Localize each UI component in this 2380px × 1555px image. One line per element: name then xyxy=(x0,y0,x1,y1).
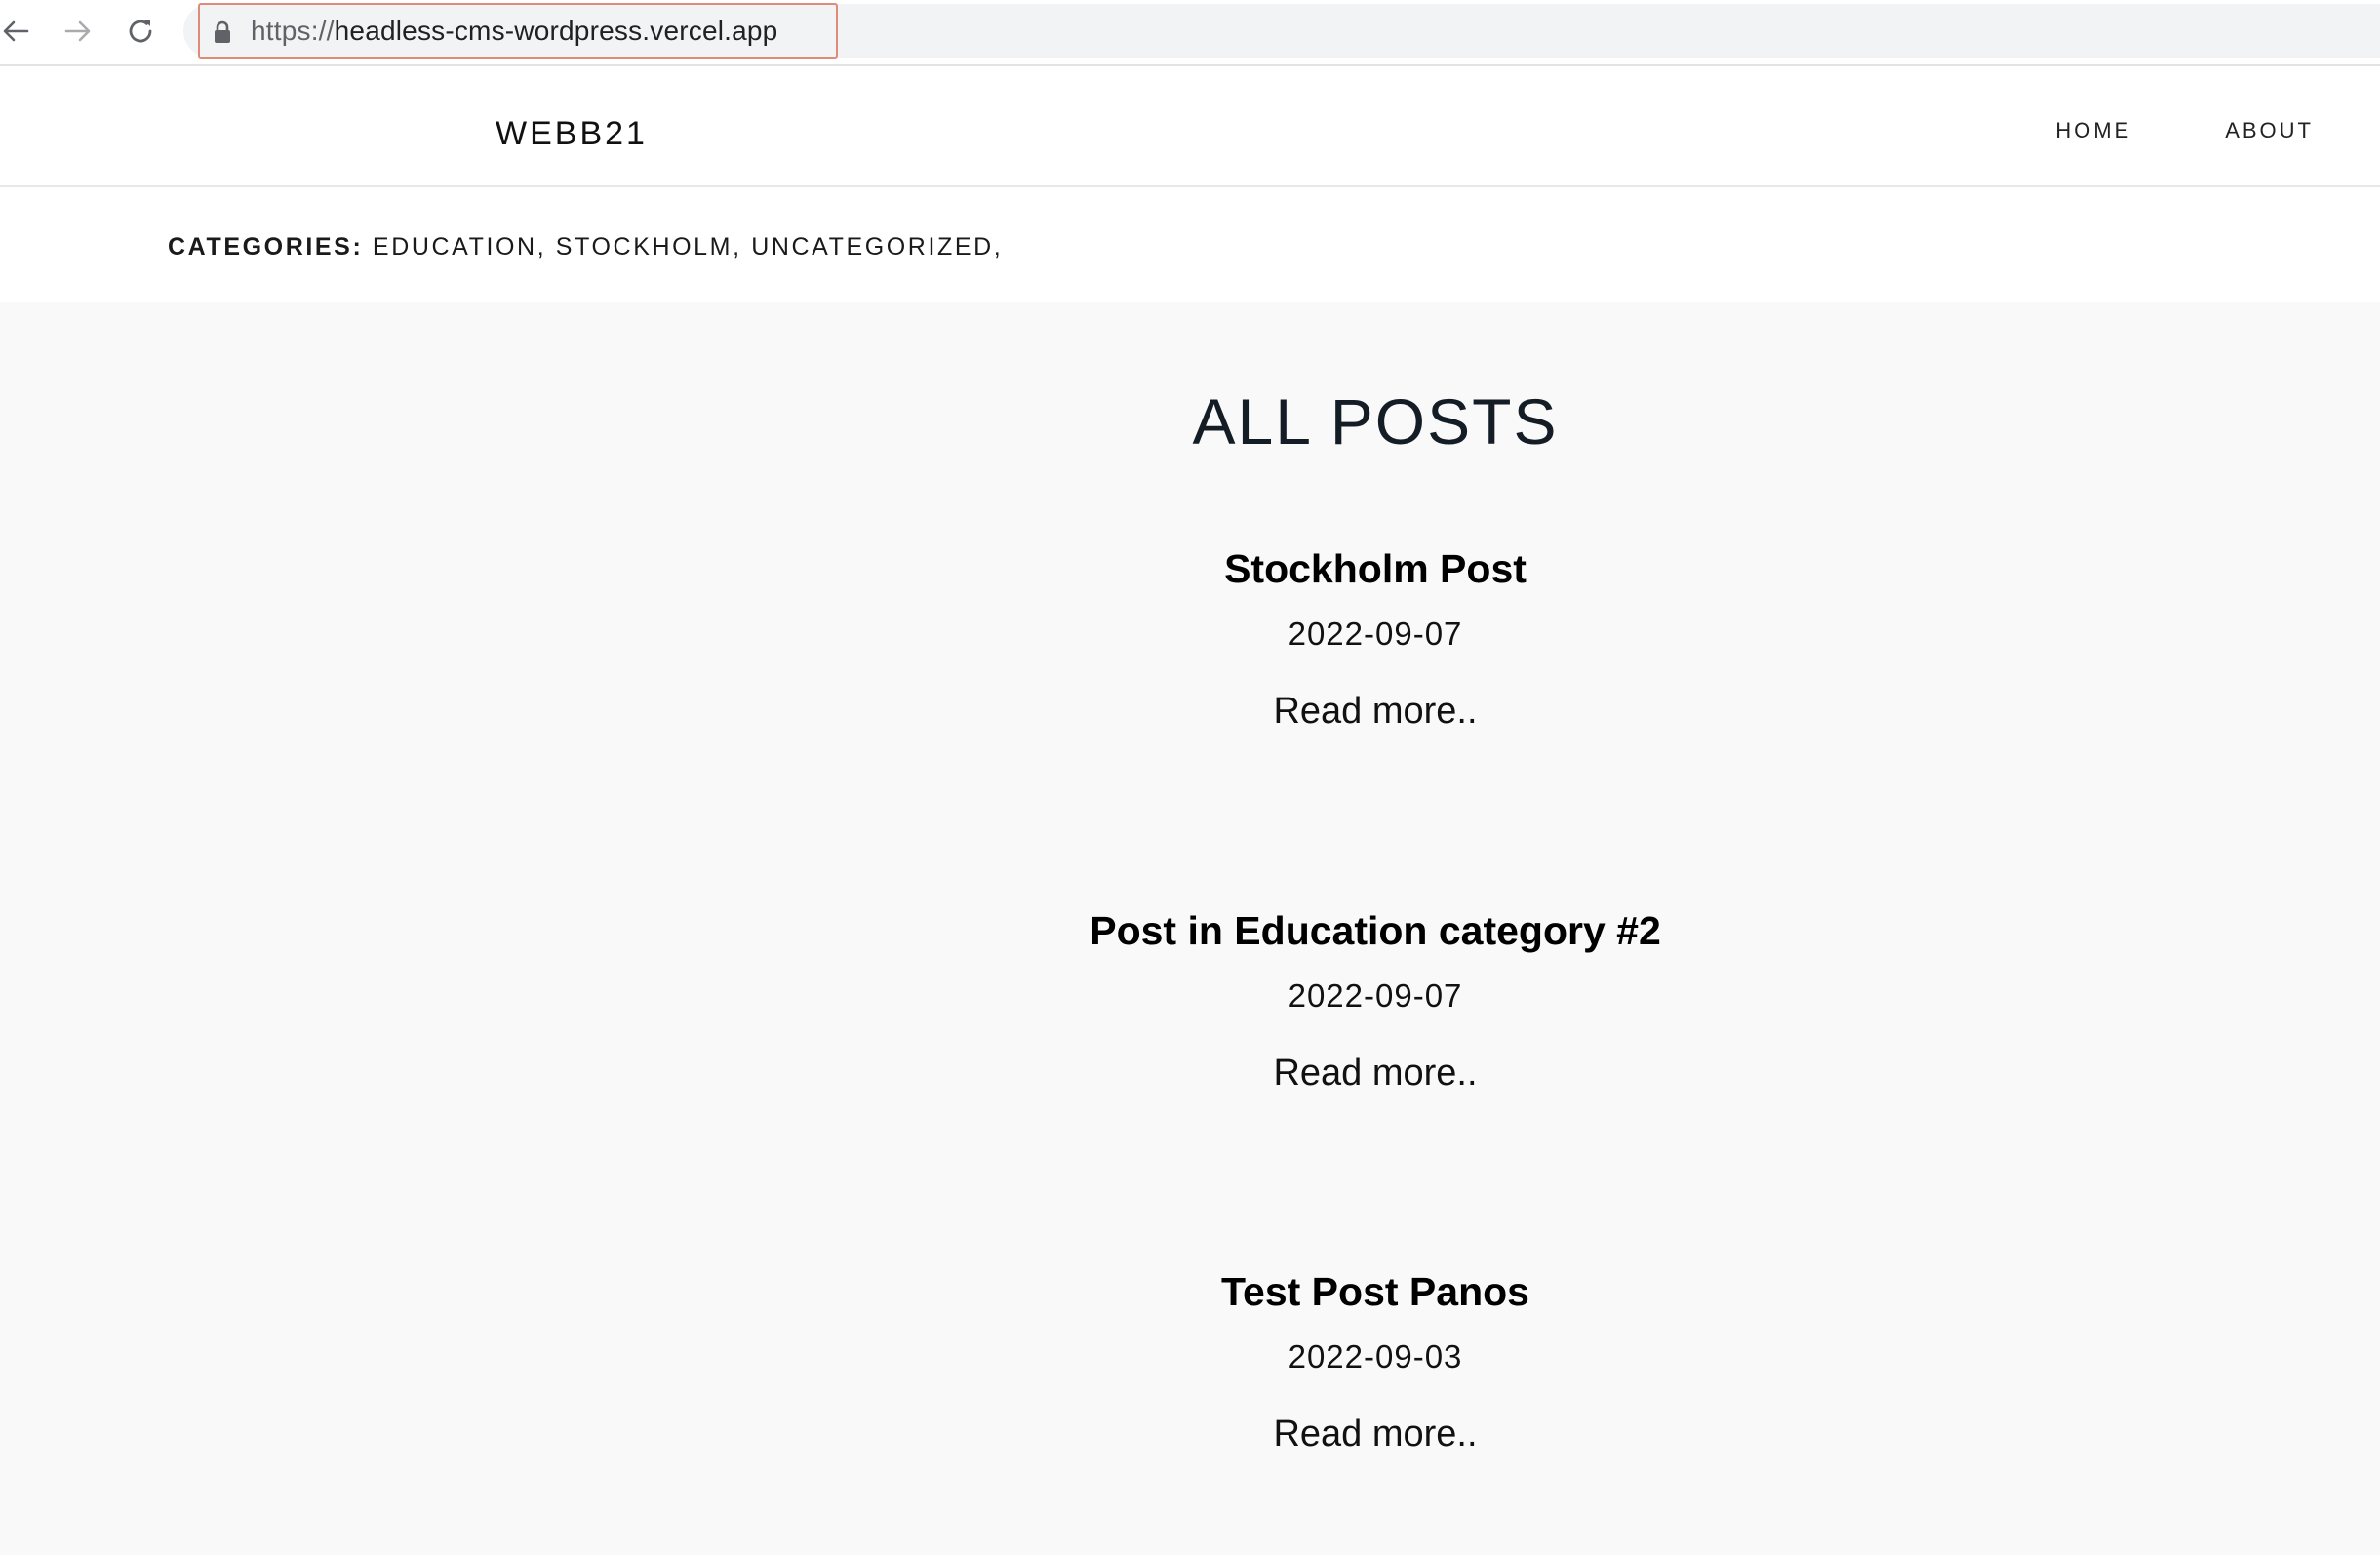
post-item: Post in Education category #2 2022-09-07… xyxy=(0,906,2380,1096)
lock-icon xyxy=(215,20,230,43)
post-title[interactable]: Post in Education category #2 xyxy=(0,906,2380,955)
main-nav: HOME ABOUT xyxy=(2055,66,2314,185)
category-stockholm-link[interactable]: STOCKHOLM, xyxy=(556,233,742,260)
categories-bar: CATEGORIES: EDUCATION, STOCKHOLM, UNCATE… xyxy=(0,187,2380,302)
page-title: ALL POSTS xyxy=(1192,385,1559,458)
post-item: Test Post Panos 2022-09-03 Read more.. xyxy=(0,1267,2380,1456)
category-uncategorized-link[interactable]: UNCATEGORIZED, xyxy=(751,233,1003,260)
post-item: Stockholm Post 2022-09-07 Read more.. xyxy=(0,544,2380,734)
reload-button[interactable] xyxy=(123,14,158,49)
site-header: WEBB21 HOME ABOUT xyxy=(0,66,2380,187)
post-date: 2022-09-07 xyxy=(1288,977,1463,1014)
back-button[interactable] xyxy=(0,14,33,49)
post-date: 2022-09-07 xyxy=(1288,616,1463,652)
url-field[interactable]: https://headless-cms-wordpress.vercel.ap… xyxy=(198,3,838,59)
reload-icon xyxy=(129,20,152,43)
categories-list: CATEGORIES: EDUCATION, STOCKHOLM, UNCATE… xyxy=(168,187,1003,302)
read-more-link[interactable]: Read more.. xyxy=(1273,1051,1477,1096)
url-text: https://headless-cms-wordpress.vercel.ap… xyxy=(251,5,777,57)
read-more-link[interactable]: Read more.. xyxy=(1273,1412,1477,1456)
post-title[interactable]: Stockholm Post xyxy=(0,544,2380,593)
forward-button[interactable] xyxy=(60,14,96,49)
url-scheme: https:// xyxy=(251,16,335,46)
post-date: 2022-09-03 xyxy=(1288,1338,1463,1375)
url-host: headless-cms-wordpress.vercel.app xyxy=(334,16,778,46)
browser-toolbar: https://headless-cms-wordpress.vercel.ap… xyxy=(0,0,2380,66)
read-more-link[interactable]: Read more.. xyxy=(1273,689,1477,734)
nav-home-link[interactable]: HOME xyxy=(2055,116,2131,145)
categories-label: CATEGORIES: xyxy=(168,233,364,260)
nav-about-link[interactable]: ABOUT xyxy=(2225,116,2314,145)
main-content: ALL POSTS Stockholm Post 2022-09-07 Read… xyxy=(0,302,2380,1555)
post-title[interactable]: Test Post Panos xyxy=(0,1267,2380,1316)
category-education-link[interactable]: EDUCATION, xyxy=(373,233,546,260)
arrow-right-icon xyxy=(64,20,91,42)
site-logo[interactable]: WEBB21 xyxy=(496,66,648,185)
arrow-left-icon xyxy=(3,20,29,42)
